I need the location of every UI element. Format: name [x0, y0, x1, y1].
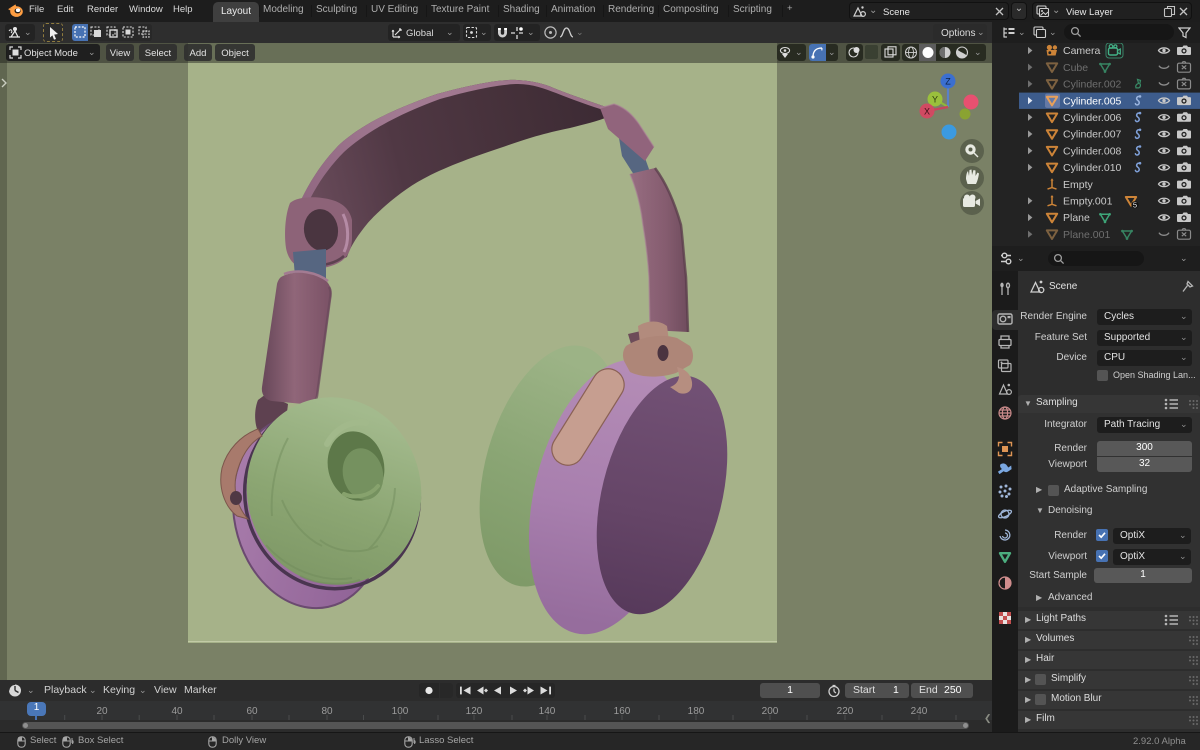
- svg-text:Z: Z: [945, 77, 951, 87]
- svg-text:Cylinder.007: Cylinder.007: [1063, 129, 1122, 141]
- svg-text:Plane.001: Plane.001: [1063, 229, 1110, 241]
- svg-text:Cube: Cube: [1063, 62, 1088, 74]
- svg-text:5: 5: [1133, 201, 1137, 210]
- svg-text:Cylinder.002: Cylinder.002: [1063, 79, 1122, 91]
- svg-text:X: X: [924, 107, 930, 117]
- svg-text:Cylinder.006: Cylinder.006: [1063, 112, 1122, 124]
- svg-text:Empty.001: Empty.001: [1063, 196, 1113, 208]
- svg-text:Cylinder.005: Cylinder.005: [1063, 95, 1122, 107]
- svg-text:Plane: Plane: [1063, 212, 1090, 224]
- svg-text:Y: Y: [932, 95, 938, 105]
- svg-text:Camera: Camera: [1063, 45, 1101, 57]
- svg-text:Cylinder.008: Cylinder.008: [1063, 145, 1122, 157]
- svg-text:Cylinder.010: Cylinder.010: [1063, 162, 1122, 174]
- svg-text:Empty: Empty: [1063, 179, 1094, 191]
